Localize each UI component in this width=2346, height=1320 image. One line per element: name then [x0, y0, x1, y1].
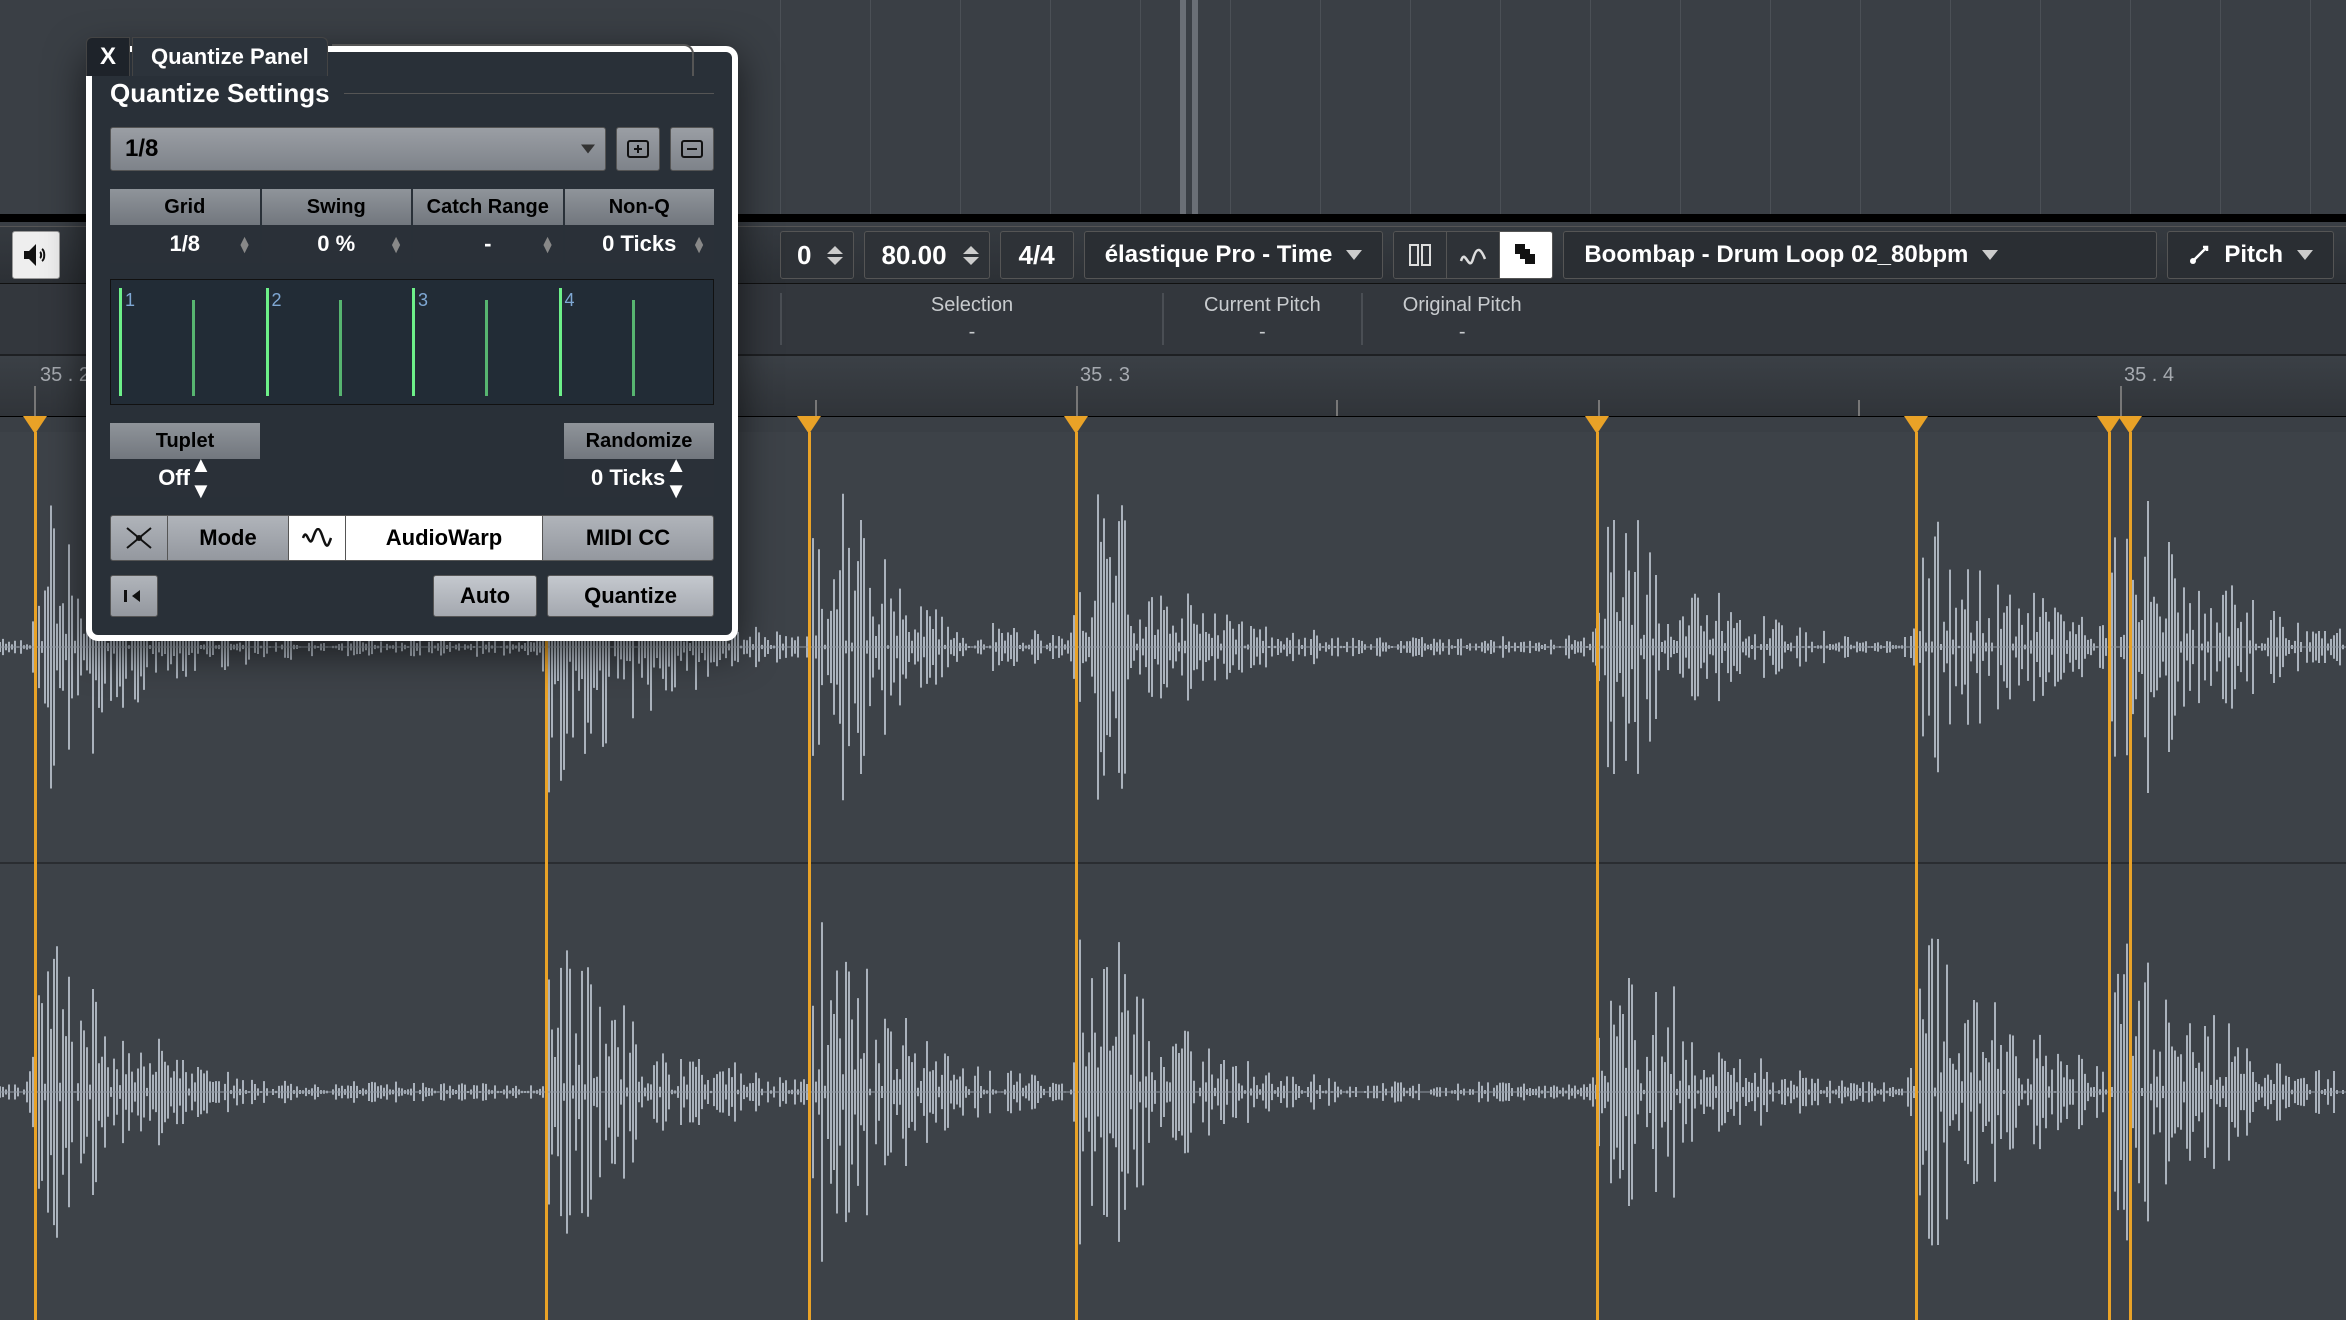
- info-original-pitch-label: Original Pitch: [1403, 294, 1522, 317]
- value-nonq[interactable]: 0 Ticks▲▼: [565, 225, 715, 263]
- ruler-label: 35 . 2: [40, 364, 90, 387]
- hitpoint-line: [1075, 432, 1078, 1320]
- reset-button[interactable]: [110, 575, 158, 617]
- offset-value: 0: [781, 240, 827, 271]
- hitpoint-line: [2108, 432, 2111, 1320]
- marker-divider: [1180, 0, 1186, 220]
- hitpoint-line: [34, 432, 37, 1320]
- auto-button[interactable]: Auto: [433, 575, 537, 617]
- quantize-values: 1/8▲▼ 0 %▲▼ -▲▼ 0 Ticks▲▼: [110, 225, 714, 263]
- hitpoint-line: [1915, 432, 1918, 1320]
- pitch-tool-dropdown[interactable]: Pitch: [2167, 231, 2334, 279]
- mode-icon[interactable]: [111, 516, 168, 560]
- value-catchrange[interactable]: -▲▼: [413, 225, 563, 263]
- quantize-button[interactable]: Quantize: [547, 575, 714, 617]
- hitpoint-line: [2129, 432, 2132, 1320]
- chevron-down-icon: [1982, 250, 1998, 260]
- panel-tab-title[interactable]: Quantize Panel: [132, 37, 328, 76]
- close-panel-button[interactable]: X: [86, 37, 130, 76]
- tempo-spinner[interactable]: [963, 246, 989, 265]
- info-current-pitch: Current Pitch -: [1164, 294, 1361, 344]
- waveform-right: [0, 864, 2346, 1320]
- view-mode-slices-icon[interactable]: [1500, 232, 1552, 278]
- quantize-panel: Quantize Settings 1/8 Grid Swing Catch R…: [86, 46, 738, 641]
- hitpoint-line: [808, 432, 811, 1320]
- ruler-label: 35 . 4: [2124, 364, 2174, 387]
- tempo-field[interactable]: 80.00: [864, 231, 989, 279]
- randomize-header: Randomize: [564, 423, 714, 459]
- value-grid[interactable]: 1/8▲▼: [110, 225, 260, 263]
- info-selection: Selection -: [782, 294, 1162, 344]
- panel-tab-row: X Quantize Panel: [86, 38, 694, 76]
- waveform-lane-right[interactable]: [0, 864, 2346, 1320]
- info-selection-value: -: [822, 321, 1122, 344]
- chevron-down-icon: [581, 145, 595, 154]
- audiowarp-label[interactable]: AudioWarp: [346, 516, 543, 560]
- info-original-pitch: Original Pitch -: [1363, 294, 1562, 344]
- info-current-pitch-value: -: [1204, 321, 1321, 344]
- panel-tab-ghost: [332, 44, 694, 76]
- quantize-mode-segmented[interactable]: Mode AudioWarp MIDI CC: [110, 515, 714, 561]
- hitpoint-line: [1596, 432, 1599, 1320]
- tuplet-header: Tuplet: [110, 423, 260, 459]
- randomize-value[interactable]: 0 Ticks▲▼: [564, 459, 714, 497]
- tempo-value: 80.00: [865, 240, 962, 271]
- timesig-field[interactable]: 4/4: [1000, 231, 1074, 279]
- view-mode-hitpoints-icon[interactable]: [1394, 232, 1447, 278]
- pitch-icon: [2188, 244, 2210, 266]
- marker-divider: [1192, 0, 1198, 220]
- info-original-pitch-value: -: [1403, 321, 1522, 344]
- audiowarp-icon[interactable]: [289, 516, 346, 560]
- header-catchrange: Catch Range: [413, 189, 563, 225]
- algorithm-label: élastique Pro - Time: [1105, 241, 1333, 269]
- info-current-pitch-label: Current Pitch: [1204, 294, 1321, 317]
- pitch-label: Pitch: [2224, 241, 2283, 269]
- panel-title: Quantize Settings: [110, 78, 330, 109]
- audition-button[interactable]: [12, 231, 60, 279]
- header-nonq: Non-Q: [565, 189, 715, 225]
- preset-delete-button[interactable]: [670, 127, 714, 171]
- offset-field[interactable]: 0: [780, 231, 854, 279]
- algorithm-dropdown[interactable]: élastique Pro - Time: [1084, 231, 1384, 279]
- offset-spinner[interactable]: [827, 246, 853, 265]
- timesig-value: 4/4: [1001, 240, 1073, 271]
- view-mode-segmented[interactable]: [1393, 231, 1553, 279]
- quantize-headers: Grid Swing Catch Range Non-Q: [110, 189, 714, 225]
- chevron-down-icon: [2297, 250, 2313, 260]
- quantize-grid-display: 1234: [110, 279, 714, 405]
- chevron-down-icon: [1346, 250, 1362, 260]
- value-swing[interactable]: 0 %▲▼: [262, 225, 412, 263]
- header-grid: Grid: [110, 189, 260, 225]
- clip-name-label: Boombap - Drum Loop 02_80bpm: [1584, 241, 1968, 269]
- mode-label[interactable]: Mode: [168, 516, 289, 560]
- midicc-label[interactable]: MIDI CC: [543, 516, 713, 560]
- quantize-preset-label: 1/8: [125, 135, 158, 163]
- info-selection-label: Selection: [822, 294, 1122, 317]
- view-mode-warp-icon[interactable]: [1447, 232, 1500, 278]
- ruler-label: 35 . 3: [1080, 364, 1130, 387]
- preset-save-button[interactable]: [616, 127, 660, 171]
- header-swing: Swing: [262, 189, 412, 225]
- quantize-preset-dropdown[interactable]: 1/8: [110, 127, 606, 171]
- clip-name-dropdown[interactable]: Boombap - Drum Loop 02_80bpm: [1563, 231, 2157, 279]
- tuplet-value[interactable]: Off▲▼: [110, 459, 260, 497]
